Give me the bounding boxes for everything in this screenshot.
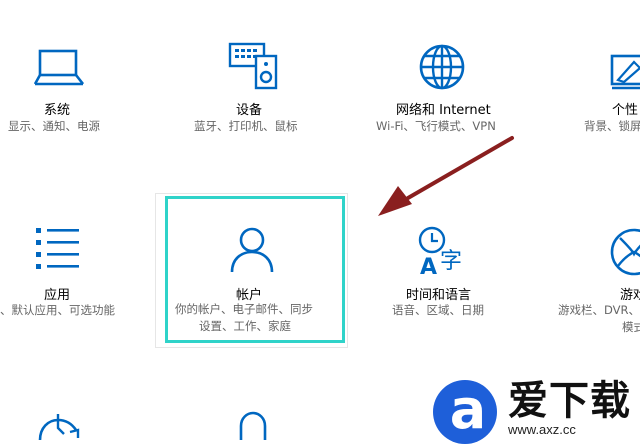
logo-url: www.axz.cc [508, 422, 576, 437]
logo-name: 爱下载 [508, 378, 631, 424]
logo-circle-icon: a [433, 380, 497, 444]
annotation-arrow [378, 136, 514, 216]
watermark-logo: a 爱下载 www.axz.cc [430, 378, 640, 444]
